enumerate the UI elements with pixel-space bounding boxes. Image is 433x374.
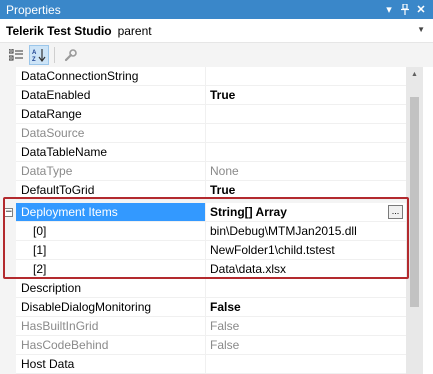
property-row[interactable]: HasCodeBehind False [16, 336, 406, 355]
panel-title: Properties [6, 2, 61, 17]
svg-text:A: A [32, 50, 37, 56]
pin-icon[interactable] [397, 2, 413, 18]
array-value[interactable]: Data\data.xlsx [206, 260, 406, 279]
array-item-row[interactable]: [1] NewFolder1\child.tstest [16, 241, 406, 260]
array-index: [0] [16, 222, 206, 241]
properties-toolbar: A Z [0, 43, 433, 67]
scroll-up-icon[interactable]: ▲ [406, 67, 423, 83]
array-index: [2] [16, 260, 206, 279]
property-name: DataSource [16, 124, 206, 143]
array-item-row[interactable]: [0] bin\Debug\MTMJan2015.dll [16, 222, 406, 241]
property-grid: DataConnectionString DataEnabled True Da… [0, 67, 433, 374]
panel-edge [423, 67, 433, 374]
property-value [206, 124, 406, 143]
property-value[interactable] [206, 105, 406, 124]
close-icon[interactable]: ✕ [413, 2, 429, 18]
property-row[interactable]: Host Data [16, 355, 406, 374]
property-name: HasBuiltInGrid [16, 317, 206, 336]
property-value: None [206, 162, 406, 181]
property-name: DataRange [16, 105, 206, 124]
property-name: DataConnectionString [16, 67, 206, 86]
property-row[interactable]: DisableDialogMonitoring False [16, 298, 406, 317]
property-name: DefaultToGrid [16, 181, 206, 200]
property-value[interactable]: True [206, 181, 406, 200]
wrench-icon[interactable] [60, 45, 80, 65]
property-name: Description [16, 279, 206, 298]
toolbar-separator [54, 47, 55, 63]
array-value[interactable]: bin\Debug\MTMJan2015.dll [206, 222, 406, 241]
property-value[interactable] [206, 143, 406, 162]
property-name: DataTableName [16, 143, 206, 162]
property-row[interactable]: HasBuiltInGrid False [16, 317, 406, 336]
object-type: parent [117, 23, 152, 38]
property-name: HasCodeBehind [16, 336, 206, 355]
property-value[interactable]: False [206, 298, 406, 317]
property-value[interactable]: String[] Array [206, 203, 406, 222]
dropdown-arrow-icon[interactable]: ▾ [381, 2, 397, 18]
object-selector[interactable]: Telerik Test Studio parent ▼ [0, 19, 433, 43]
alphabetical-icon[interactable]: A Z [29, 45, 49, 65]
property-row[interactable]: DataRange [16, 105, 406, 124]
property-value[interactable] [206, 279, 406, 298]
grid-margin [0, 67, 16, 374]
property-value: False [206, 336, 406, 355]
property-row[interactable]: DataTableName [16, 143, 406, 162]
array-value[interactable]: NewFolder1\child.tstest [206, 241, 406, 260]
property-row-deployment-items[interactable]: Deployment Items String[] Array ... [16, 203, 406, 222]
property-row[interactable]: DataEnabled True [16, 86, 406, 105]
panel-titlebar: Properties ▾ ✕ [0, 0, 433, 19]
ellipsis-button[interactable]: ... [388, 205, 403, 219]
property-value[interactable] [206, 355, 406, 374]
svg-text:Z: Z [32, 57, 36, 62]
property-value[interactable] [206, 67, 406, 86]
property-row[interactable]: Description [16, 279, 406, 298]
property-name: DisableDialogMonitoring [16, 298, 206, 317]
property-value: False [206, 317, 406, 336]
property-row[interactable]: DataSource [16, 124, 406, 143]
chevron-down-icon[interactable]: ▼ [417, 25, 425, 34]
property-name: Deployment Items [16, 203, 206, 222]
property-name: DataType [16, 162, 206, 181]
property-name: DataEnabled [16, 86, 206, 105]
property-name: Host Data [16, 355, 206, 374]
property-row[interactable]: DataConnectionString [16, 67, 406, 86]
array-item-row[interactable]: [2] Data\data.xlsx [16, 260, 406, 279]
scrollbar-thumb[interactable] [410, 97, 419, 307]
property-row[interactable]: DataType None [16, 162, 406, 181]
property-row[interactable]: DefaultToGrid True [16, 181, 406, 200]
object-name: Telerik Test Studio [6, 23, 112, 38]
array-index: [1] [16, 241, 206, 260]
collapse-icon[interactable]: − [4, 208, 13, 217]
categorized-icon[interactable] [6, 45, 26, 65]
property-value[interactable]: True [206, 86, 406, 105]
vertical-scrollbar[interactable]: ▲ [406, 67, 423, 374]
